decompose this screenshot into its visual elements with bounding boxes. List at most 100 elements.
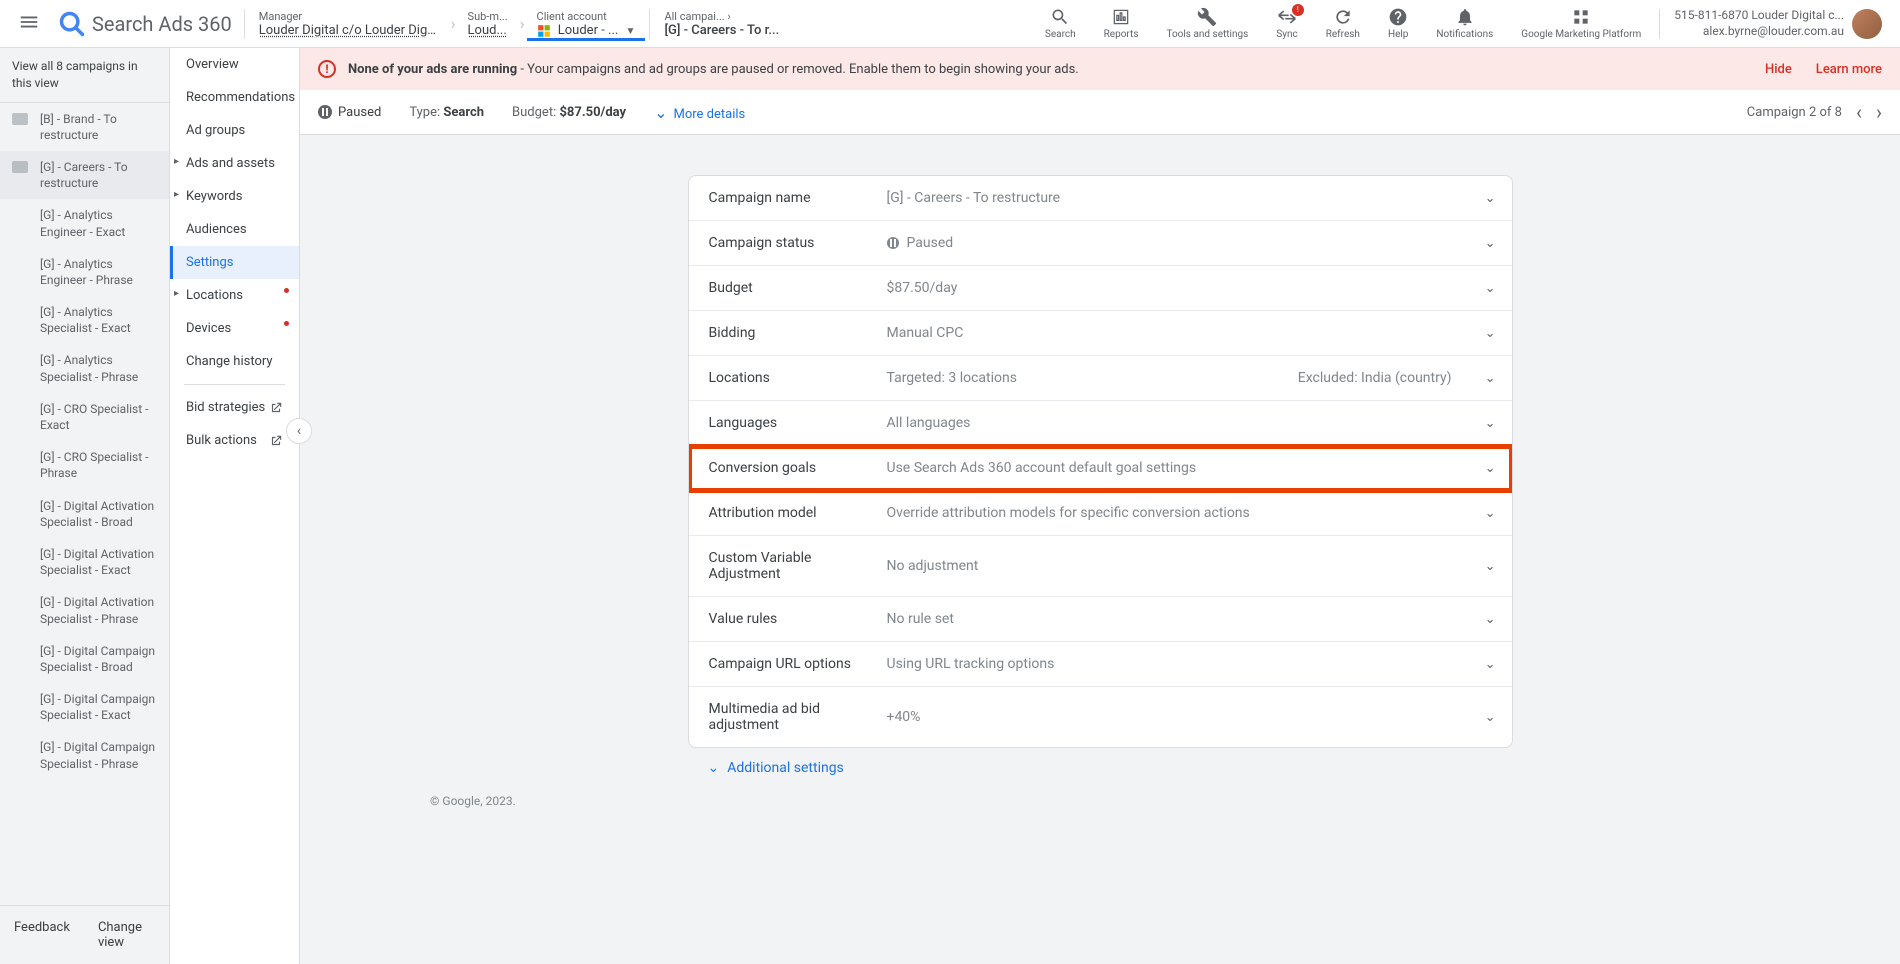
collapse-nav-button[interactable]: ‹	[286, 418, 312, 444]
setting-row-multimedia-ad-bid-adjustment[interactable]: Multimedia ad bid adjustment+40%⌄	[689, 687, 1512, 747]
setting-row-bidding[interactable]: BiddingManual CPC⌄	[689, 311, 1512, 356]
nav-item-change-history[interactable]: Change history	[170, 345, 299, 378]
nav-item-devices[interactable]: Devices	[170, 312, 299, 345]
pause-icon	[887, 237, 899, 249]
chevron-down-icon: ⌄	[1485, 461, 1496, 476]
help-icon	[1388, 7, 1408, 27]
refresh-button[interactable]: Refresh	[1312, 0, 1374, 48]
breadcrumb-manager[interactable]: Manager Louder Digital c/o Louder Digita…	[249, 6, 449, 42]
breadcrumb-submanager[interactable]: Sub-m... Loud...	[458, 6, 518, 42]
setting-row-value-rules[interactable]: Value rulesNo rule set⌄	[689, 597, 1512, 642]
campaign-item[interactable]: [G] - Digital Campaign Specialist - Phra…	[0, 731, 169, 779]
setting-value: Manual CPC	[887, 325, 1492, 341]
setting-label: Languages	[709, 415, 887, 431]
setting-row-locations[interactable]: LocationsTargeted: 3 locationsExcluded: …	[689, 356, 1512, 401]
user-menu[interactable]: 515-811-6870 Louder Digital c... alex.by…	[1664, 8, 1892, 39]
campaign-item[interactable]: [G] - Digital Campaign Specialist - Exac…	[0, 683, 169, 731]
gmp-button[interactable]: Google Marketing Platform	[1507, 0, 1655, 48]
microsoft-icon	[537, 24, 551, 38]
campaign-item[interactable]: [G] - Digital Activation Specialist - Ph…	[0, 586, 169, 634]
setting-row-budget[interactable]: Budget$87.50/day⌄	[689, 266, 1512, 311]
setting-label: Value rules	[709, 611, 887, 627]
summary-status: Paused	[318, 105, 381, 120]
main-menu-button[interactable]	[8, 1, 50, 47]
nav-item-recommendations[interactable]: Recommendations	[170, 81, 299, 114]
campaign-item[interactable]: [G] - Analytics Engineer - Phrase	[0, 248, 169, 296]
setting-label: Campaign name	[709, 190, 887, 206]
chevron-down-icon: ⌄	[1485, 710, 1496, 725]
setting-value: No adjustment	[887, 558, 1492, 574]
view-all-link[interactable]: View all 8 campaigns in this view	[0, 48, 169, 103]
search-icon	[1050, 7, 1070, 27]
main-content: ! None of your ads are running - Your ca…	[300, 48, 1900, 964]
next-campaign-button[interactable]: ›	[1876, 100, 1882, 124]
nav-item-audiences[interactable]: Audiences	[170, 213, 299, 246]
nav-item-bulk-actions[interactable]: Bulk actions	[170, 424, 299, 457]
setting-row-campaign-name[interactable]: Campaign name[G] - Careers - To restruct…	[689, 176, 1512, 221]
notifications-button[interactable]: Notifications	[1422, 0, 1507, 48]
campaign-item[interactable]: [G] - Analytics Specialist - Phrase	[0, 344, 169, 392]
setting-row-campaign-url-options[interactable]: Campaign URL optionsUsing URL tracking o…	[689, 642, 1512, 687]
additional-settings-toggle[interactable]: Additional settings	[688, 748, 1513, 788]
setting-label: Campaign status	[709, 235, 887, 251]
breadcrumb-client[interactable]: Client account Louder - ... ▼	[527, 6, 646, 41]
avatar[interactable]	[1852, 9, 1882, 39]
user-text: 515-811-6870 Louder Digital c... alex.by…	[1674, 8, 1844, 39]
nav-item-bid-strategies[interactable]: Bid strategies	[170, 391, 299, 424]
campaign-item[interactable]: [G] - Analytics Specialist - Exact	[0, 296, 169, 344]
nav-item-overview[interactable]: Overview	[170, 48, 299, 81]
setting-row-campaign-status[interactable]: Campaign statusPaused⌄	[689, 221, 1512, 266]
tools-button[interactable]: Tools and settings	[1152, 0, 1262, 48]
setting-value: Paused	[887, 235, 1492, 251]
setting-label: Attribution model	[709, 505, 887, 521]
campaign-item[interactable]: [G] - Careers - To restructure	[0, 151, 169, 199]
campaign-item[interactable]: [G] - Analytics Engineer - Exact	[0, 199, 169, 247]
chevron-right-icon: ›	[449, 14, 458, 33]
more-details-toggle[interactable]: More details	[654, 103, 745, 122]
setting-row-custom-variable-adjustment[interactable]: Custom Variable AdjustmentNo adjustment⌄	[689, 536, 1512, 597]
setting-label: Multimedia ad bid adjustment	[709, 701, 887, 733]
chevron-down-icon: ⌄	[1485, 657, 1496, 672]
setting-row-attribution-model[interactable]: Attribution modelOverride attribution mo…	[689, 491, 1512, 536]
setting-value: $87.50/day	[887, 280, 1492, 296]
sidebar-footer: Feedback Change view	[0, 905, 169, 964]
alert-hide-button[interactable]: Hide	[1765, 62, 1792, 77]
chevron-down-icon: ⌄	[1485, 281, 1496, 296]
setting-label: Bidding	[709, 325, 887, 341]
help-button[interactable]: Help	[1374, 0, 1422, 48]
change-view-link[interactable]: Change view	[84, 912, 169, 958]
campaign-sidebar: View all 8 campaigns in this view [B] - …	[0, 48, 170, 964]
campaign-item[interactable]: [B] - Brand - To restructure	[0, 103, 169, 151]
setting-value: Targeted: 3 locationsExcluded: India (co…	[887, 370, 1492, 386]
gmp-icon	[1571, 7, 1591, 27]
chevron-down-icon: ⌄	[1485, 559, 1496, 574]
campaign-item[interactable]: [G] - CRO Specialist - Exact	[0, 393, 169, 441]
nav-item-keywords[interactable]: Keywords	[170, 180, 299, 213]
nav-item-locations[interactable]: Locations	[170, 279, 299, 312]
chevron-down-icon: ⌄	[1485, 612, 1496, 627]
alert-text: None of your ads are running - Your camp…	[348, 62, 1079, 77]
breadcrumb-scope[interactable]: All campai... › [G] - Careers - To r...	[654, 6, 789, 42]
copyright: © Google, 2023.	[300, 788, 1900, 814]
sync-button[interactable]: ! Sync	[1262, 0, 1311, 48]
setting-label: Custom Variable Adjustment	[709, 550, 887, 582]
setting-row-languages[interactable]: LanguagesAll languages⌄	[689, 401, 1512, 446]
reports-button[interactable]: Reports	[1090, 0, 1153, 48]
alert-learn-more-button[interactable]: Learn more	[1816, 62, 1882, 77]
nav-item-settings[interactable]: Settings	[170, 246, 299, 279]
prev-campaign-button[interactable]: ‹	[1856, 100, 1862, 124]
campaign-item[interactable]: [G] - Digital Activation Specialist - Br…	[0, 490, 169, 538]
setting-row-conversion-goals[interactable]: Conversion goalsUse Search Ads 360 accou…	[689, 446, 1512, 491]
alert-banner: ! None of your ads are running - Your ca…	[300, 48, 1900, 90]
campaign-item[interactable]: [G] - Digital Campaign Specialist - Broa…	[0, 635, 169, 683]
app-logo[interactable]: Search Ads 360	[50, 10, 240, 38]
search-button[interactable]: Search	[1031, 0, 1090, 48]
nav-item-ad-groups[interactable]: Ad groups	[170, 114, 299, 147]
campaign-item[interactable]: [G] - Digital Activation Specialist - Ex…	[0, 538, 169, 586]
summary-budget: Budget: $87.50/day	[512, 105, 626, 120]
nav-item-ads-and-assets[interactable]: Ads and assets	[170, 147, 299, 180]
campaign-item[interactable]: [G] - CRO Specialist - Phrase	[0, 441, 169, 489]
chevron-down-icon: ⌄	[1485, 506, 1496, 521]
feedback-link[interactable]: Feedback	[0, 912, 84, 958]
breadcrumb: Manager Louder Digital c/o Louder Digita…	[249, 6, 789, 42]
